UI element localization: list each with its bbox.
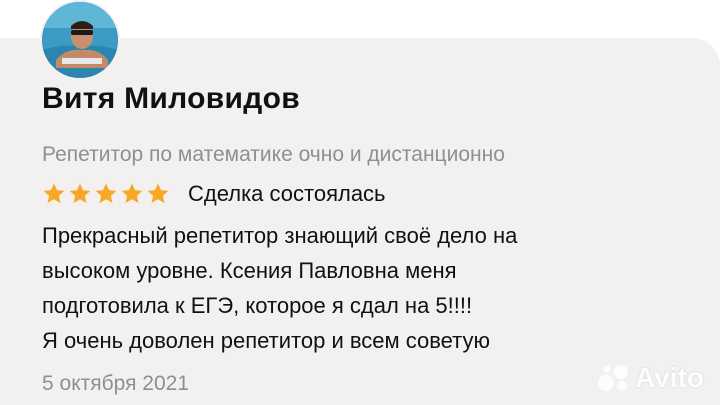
avito-logo-icon — [598, 365, 629, 391]
review-text-line: подготовила к ЕГЭ, которое я сдал на 5!!… — [42, 293, 473, 318]
rating-stars — [42, 182, 170, 206]
review-text: Прекрасный репетитор знающий своё дело н… — [42, 218, 682, 358]
reviewer-avatar[interactable] — [40, 0, 120, 80]
reviewer-name[interactable]: Витя Миловидов — [42, 82, 300, 116]
review-text-line: Я очень доволен репетитор и всем советую — [42, 328, 491, 353]
star-icon — [69, 183, 91, 203]
rating-row: Сделка состоялась — [42, 178, 386, 210]
star-icon — [121, 183, 143, 203]
review-text-line: высоком уровне. Ксения Павловна меня — [42, 258, 457, 283]
avatar-photo-icon — [42, 2, 118, 78]
star-icon — [95, 183, 117, 203]
service-title[interactable]: Репетитор по математике очно и дистанцио… — [42, 143, 505, 167]
avito-watermark-text: Avito — [635, 362, 704, 393]
star-icon — [147, 183, 169, 203]
review-date: 5 октября 2021 — [42, 372, 189, 395]
deal-status: Сделка состоялась — [188, 181, 386, 206]
review-text-line: Прекрасный репетитор знающий своё дело н… — [42, 223, 518, 248]
avito-watermark: Avito — [597, 362, 704, 394]
star-icon — [43, 183, 65, 203]
